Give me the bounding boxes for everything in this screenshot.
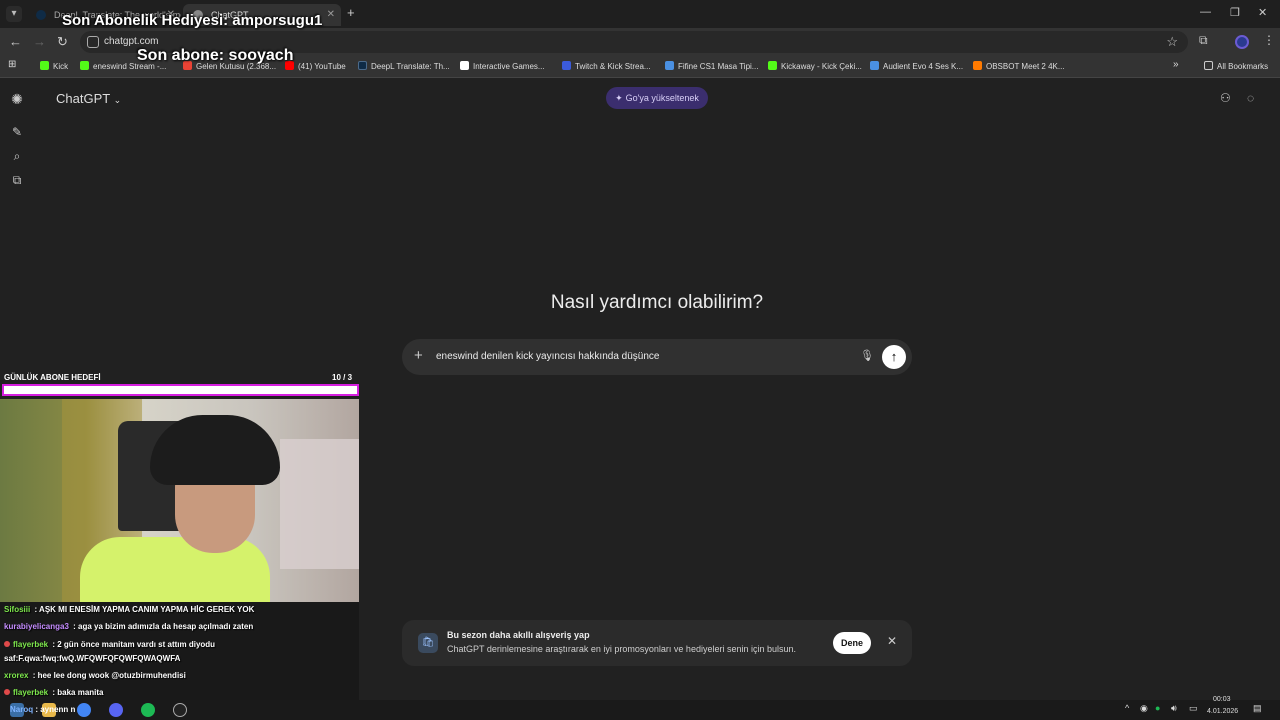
folder-icon xyxy=(1204,61,1213,70)
badge-icon xyxy=(4,689,10,695)
chat-message: kurabiyelicanga3 : aga ya bizim adımızla… xyxy=(4,622,254,631)
prompt-input[interactable]: eneswind denilen kick yayıncısı hakkında… xyxy=(436,351,659,362)
chat-message: xrorex : hee lee dong wook @otuzbirmuhen… xyxy=(4,671,186,680)
obs-icon[interactable] xyxy=(173,703,187,717)
add-attachment-icon[interactable]: + xyxy=(414,347,423,364)
deepl-icon xyxy=(36,10,46,20)
chat-message: Naroq : aynenn n xyxy=(10,705,76,714)
badge-icon xyxy=(4,641,10,647)
new-tab-button[interactable]: + xyxy=(347,5,355,20)
bookmark-favicon-icon xyxy=(80,61,89,70)
bookmark-favicon-icon xyxy=(973,61,982,70)
back-icon[interactable]: ← xyxy=(9,34,22,49)
bookmark-favicon-icon xyxy=(562,61,571,70)
bookmark-favicon-icon xyxy=(768,61,777,70)
shopping-bag-icon: 🛍︎ xyxy=(418,633,438,653)
apps-grid-icon[interactable]: ⊞ xyxy=(8,59,16,70)
reload-icon[interactable]: ↻ xyxy=(57,34,68,50)
chevron-down-icon: ⌄ xyxy=(113,95,122,105)
discord-icon[interactable] xyxy=(109,703,123,717)
openai-logo-icon[interactable]: ✺ xyxy=(10,91,24,107)
account-icon[interactable]: ⚇ xyxy=(1220,91,1231,105)
close-icon[interactable]: ✕ xyxy=(887,634,897,648)
goal-label: GÜNLÜK ABONE HEDEFİ xyxy=(4,373,101,382)
chat-message: Sifosiii : AŞK MI ENESİM YAPMA CANIM YAP… xyxy=(4,605,255,614)
sparkle-icon: ✦ xyxy=(615,93,623,103)
close-window-button[interactable]: ✕ xyxy=(1258,6,1267,19)
promo-body: ChatGPT derinlemesine araştırarak en iyi… xyxy=(447,644,797,654)
bookmark-item[interactable]: Twitch & Kick Strea... xyxy=(562,61,651,71)
bookmark-item[interactable]: Interactive Games... xyxy=(460,61,545,71)
bookmark-item[interactable]: DeepL Translate: Th... xyxy=(358,61,450,71)
close-tab-icon[interactable]: ✕ xyxy=(327,4,335,26)
temporary-chat-icon[interactable]: ◌ xyxy=(1247,91,1254,105)
volume-icon[interactable]: 🔊︎ xyxy=(1171,703,1177,714)
screen: ▾ DeepL Translate: The world's most accu… xyxy=(0,0,1280,720)
notifications-icon[interactable]: ▤ xyxy=(1253,703,1262,714)
webcam-streamer xyxy=(80,537,270,602)
url-text: chatgpt.com xyxy=(104,36,159,47)
webcam-streamer xyxy=(150,415,280,485)
profile-avatar[interactable] xyxy=(1235,35,1249,49)
model-selector[interactable]: ChatGPT ⌄ xyxy=(56,91,121,106)
forward-icon[interactable]: → xyxy=(33,34,46,49)
search-icon[interactable]: ⌕ xyxy=(10,149,24,163)
goal-progress-bar xyxy=(2,384,359,396)
chat-message: flayerbek : baka manita xyxy=(4,688,104,697)
bookmark-item[interactable]: Fifine CS1 Masa Tipi... xyxy=(665,61,758,71)
send-button[interactable]: ↑ xyxy=(882,345,906,369)
microphone-icon[interactable]: 🎙︎ xyxy=(860,349,874,362)
bookmark-item[interactable]: Audient Evo 4 Ses K... xyxy=(870,61,963,71)
bookmark-favicon-icon xyxy=(40,61,49,70)
tray-chevron-icon[interactable]: ^ xyxy=(1125,703,1129,713)
bookmark-item[interactable]: (41) YouTube xyxy=(285,61,346,71)
try-button[interactable]: Dene xyxy=(833,632,871,654)
more-bookmarks-icon[interactable]: » xyxy=(1173,59,1179,70)
check-icon xyxy=(665,61,674,70)
deepl-icon xyxy=(358,61,367,70)
network-icon[interactable]: ▭ xyxy=(1189,703,1198,714)
bookmark-favicon-icon xyxy=(460,61,469,70)
upgrade-button[interactable]: ✦ Go'ya yükseltenek xyxy=(606,87,708,109)
clock-time[interactable]: 00:03 xyxy=(1213,696,1231,703)
webcam-background xyxy=(280,439,359,569)
bookmark-item[interactable]: Kickaway - Kick Çeki... xyxy=(768,61,862,71)
tab-search-button[interactable]: ▾ xyxy=(6,6,22,22)
goal-progress-fill xyxy=(4,386,357,394)
minimize-button[interactable]: — xyxy=(1200,6,1211,18)
restore-button[interactable]: ❐ xyxy=(1230,6,1240,19)
prompt-composer[interactable]: + eneswind denilen kick yayıncısı hakkın… xyxy=(402,339,912,375)
discord-tray-icon[interactable]: ◉ xyxy=(1140,703,1148,714)
chat-message: saf:F.qwa:fwq:fwQ.WFQWFQFQWFQWAQWFA xyxy=(4,654,181,663)
spotify-icon[interactable] xyxy=(141,703,155,717)
all-bookmarks-button[interactable]: All Bookmarks xyxy=(1204,61,1268,71)
menu-icon[interactable]: ⋮ xyxy=(1263,33,1275,47)
library-icon[interactable]: ⧉ xyxy=(10,173,24,187)
last-sub-overlay: Son abone: sooyach xyxy=(137,47,294,64)
bookmark-item[interactable]: OBSBOT Meet 2 4K... xyxy=(973,61,1065,71)
sub-gift-overlay: Son Abonelik Hediyesi: amporsugu1 xyxy=(62,12,323,29)
webcam-feed xyxy=(0,399,359,602)
clock-date[interactable]: 4.01.2026 xyxy=(1207,708,1238,715)
stream-chat-overlay xyxy=(0,602,359,702)
taskbar: ^ ◉ ● 🔊︎ ▭ ▤ xyxy=(0,700,1280,720)
new-chat-icon[interactable]: ✎ xyxy=(10,125,24,139)
check-icon xyxy=(870,61,879,70)
chrome-icon[interactable] xyxy=(77,703,91,717)
bookmark-star-icon[interactable]: ☆ xyxy=(1166,34,1178,50)
promo-title: Bu sezon daha akıllı alışveriş yap xyxy=(447,630,590,640)
greeting-heading: Nasıl yardımcı olabilirim? xyxy=(550,292,764,313)
chat-message: flayerbek : 2 gün önce manitam vardı st … xyxy=(4,640,215,649)
app-title: ChatGPT xyxy=(56,91,110,106)
site-info-icon[interactable] xyxy=(87,36,99,48)
promo-banner: 🛍︎ Bu sezon daha akıllı alışveriş yap Ch… xyxy=(402,620,912,666)
spotify-tray-icon[interactable]: ● xyxy=(1155,703,1160,713)
bookmark-item[interactable]: Kick xyxy=(40,61,68,71)
extensions-icon[interactable]: ⧉ xyxy=(1199,33,1208,48)
goal-count: 10 / 3 xyxy=(332,373,353,382)
